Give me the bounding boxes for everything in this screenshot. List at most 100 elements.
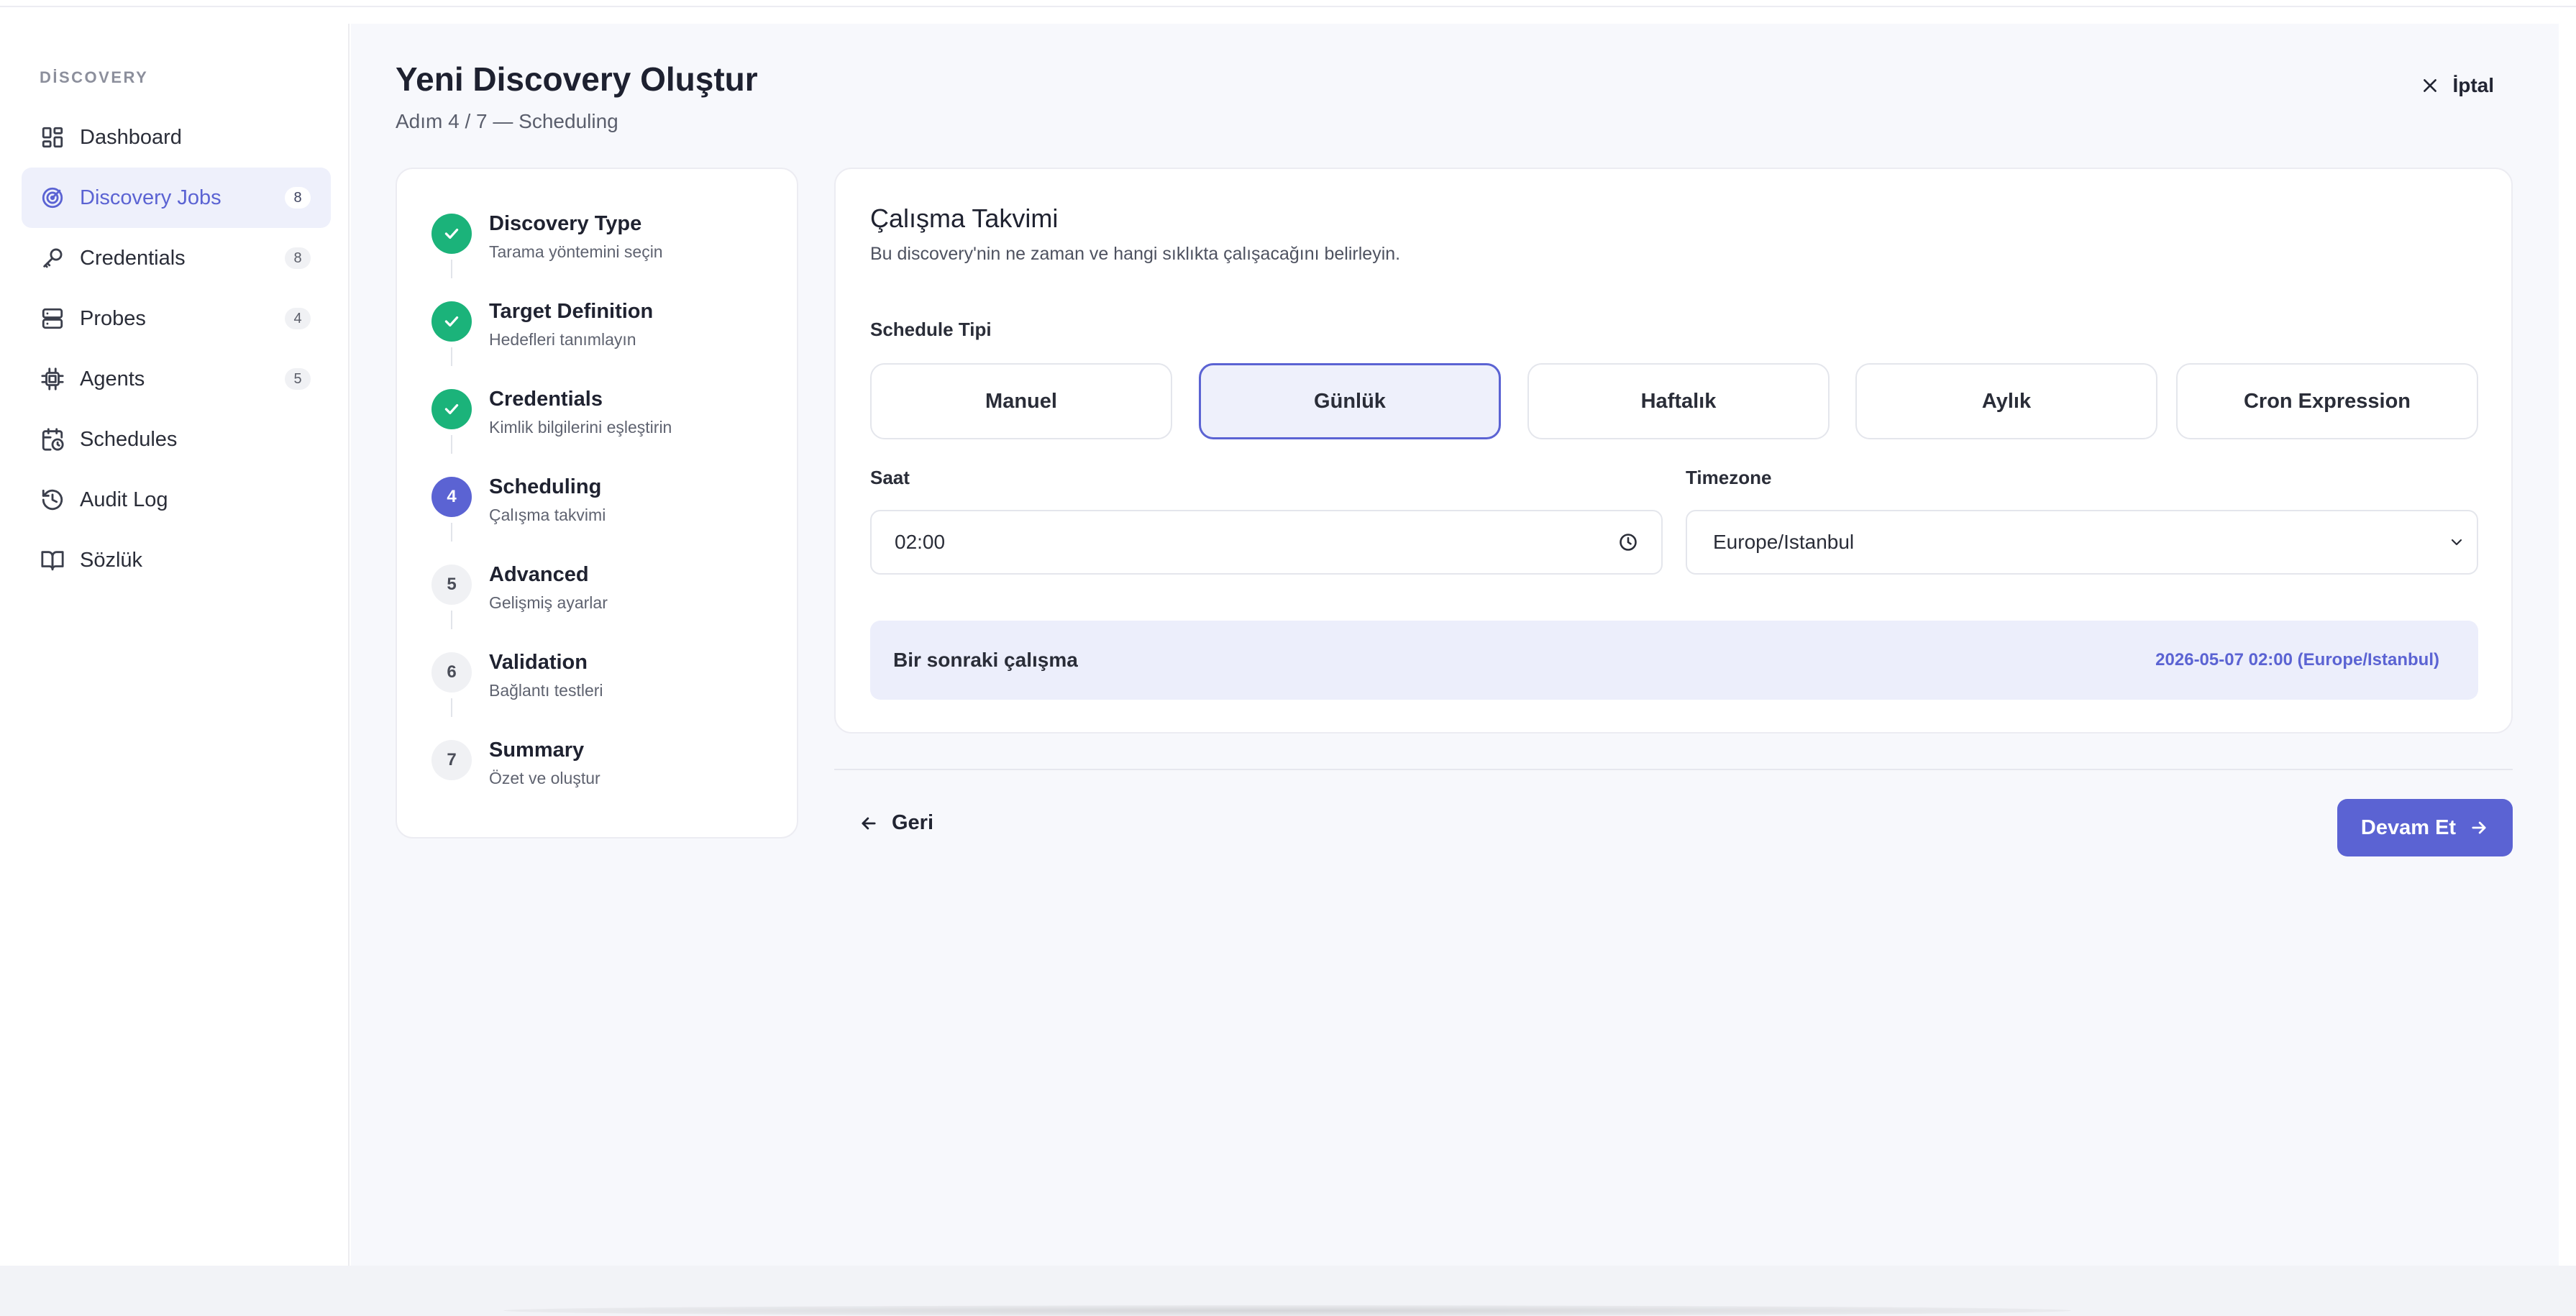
card-title: Çalışma Takvimi — [870, 204, 1059, 233]
step-connector — [451, 260, 452, 278]
step-status — [431, 214, 472, 254]
step-number: 4 — [431, 477, 472, 517]
continue-button[interactable]: Devam Et — [2337, 799, 2513, 856]
radar-icon — [40, 185, 65, 211]
step-connector — [451, 347, 452, 366]
count-badge: 5 — [285, 368, 311, 390]
step-desc: Tarama yöntemini seçin — [489, 242, 663, 261]
sidebar-item-schedules[interactable]: Schedules — [22, 409, 331, 470]
sidebar-item-discovery-jobs[interactable]: Discovery Jobs 8 — [22, 168, 331, 228]
back-label: Geri — [892, 811, 934, 834]
continue-label: Devam Et — [2360, 815, 2457, 839]
wizard-step[interactable]: 4 Scheduling Çalışma takvimi — [431, 475, 777, 549]
step-title: Validation — [489, 651, 588, 674]
sidebar-item-dashboard[interactable]: Dashboard — [22, 107, 331, 168]
sidebar-item-label: Credentials — [80, 246, 186, 270]
time-input[interactable]: 02:00 — [870, 510, 1663, 575]
clock-icon[interactable] — [1618, 532, 1638, 552]
chip-icon — [40, 366, 65, 392]
wizard-step[interactable]: Target Definition Hedefleri tanımlayın — [431, 300, 777, 373]
sidebar-item-label: Audit Log — [80, 488, 168, 511]
sidebar: DİSCOVERY Dashboard Discovery Jobs 8 Cre… — [0, 24, 350, 1266]
schedule-option-manuel[interactable]: Manuel — [870, 363, 1172, 439]
next-run-label: Bir sonraki çalışma — [893, 649, 1078, 671]
step-desc: Özet ve oluştur — [489, 769, 600, 787]
step-status — [431, 301, 472, 342]
count-badge: 8 — [285, 247, 311, 269]
back-button[interactable]: Geri — [859, 811, 933, 835]
sidebar-section-title: DİSCOVERY — [40, 68, 149, 86]
step-number: 5 — [431, 565, 472, 605]
sidebar-item-label: Dashboard — [80, 125, 182, 149]
sidebar-item-label: Schedules — [80, 427, 178, 451]
schedule-option-aylik[interactable]: Aylık — [1855, 363, 2157, 439]
step-number: 6 — [431, 652, 472, 693]
next-run-value: 2026-05-07 02:00 (Europe/Istanbul) — [2155, 650, 2439, 670]
sidebar-item-label: Sözlük — [80, 548, 143, 572]
top-border — [0, 0, 2576, 7]
timezone-label: Timezone — [1686, 467, 1772, 488]
dashboard-icon — [40, 124, 65, 150]
step-title: Summary — [489, 739, 585, 762]
cancel-label: İptal — [2452, 74, 2494, 96]
cancel-button[interactable]: İptal — [2421, 74, 2494, 97]
check-icon — [444, 403, 459, 415]
history-icon — [40, 487, 65, 513]
step-connector — [451, 435, 452, 454]
wizard-steps: Discovery Type Tarama yöntemini seçin Ta… — [396, 168, 798, 839]
step-title: Advanced — [489, 563, 589, 586]
wizard-step[interactable]: 7 Summary Özet ve oluştur — [431, 739, 777, 812]
divider — [834, 769, 2513, 770]
schedule-card: Çalışma Takvimi Bu discovery'nin ne zama… — [834, 168, 2513, 734]
count-badge: 4 — [285, 308, 311, 329]
key-icon — [40, 245, 65, 271]
count-badge: 8 — [285, 187, 311, 209]
step-number: 7 — [431, 740, 472, 780]
close-icon — [2424, 79, 2437, 92]
server-icon — [40, 306, 65, 332]
arrow-left-icon — [862, 817, 876, 829]
wizard-step[interactable]: 5 Advanced Gelişmiş ayarlar — [431, 563, 777, 636]
step-desc: Kimlik bilgilerini eşleştirin — [489, 418, 672, 437]
schedule-option-gunluk[interactable]: Günlük — [1199, 363, 1501, 439]
step-connector — [451, 523, 452, 542]
book-icon — [40, 547, 65, 573]
page-title: Yeni Discovery Oluştur — [396, 60, 758, 98]
page-subtitle: Adım 4 / 7 — Scheduling — [396, 110, 618, 132]
main-content: Yeni Discovery Oluştur Adım 4 / 7 — Sche… — [351, 24, 2559, 1266]
check-icon — [444, 316, 459, 327]
wizard-step[interactable]: Credentials Kimlik bilgilerini eşleştiri… — [431, 388, 777, 461]
arrow-right-icon — [2472, 821, 2486, 834]
sidebar-item-audit-log[interactable]: Audit Log — [22, 470, 331, 530]
sidebar-item-credentials[interactable]: Credentials 8 — [22, 228, 331, 288]
next-run-banner: Bir sonraki çalışma 2026-05-07 02:00 (Eu… — [870, 621, 2478, 700]
step-desc: Hedefleri tanımlayın — [489, 330, 636, 349]
sidebar-item-probes[interactable]: Probes 4 — [22, 288, 331, 349]
sidebar-item-label: Agents — [80, 367, 145, 390]
sidebar-item-label: Probes — [80, 306, 146, 330]
step-title: Scheduling — [489, 475, 602, 498]
card-description: Bu discovery'nin ne zaman ve hangi sıklı… — [870, 244, 1401, 264]
wizard-step[interactable]: Discovery Type Tarama yöntemini seçin — [431, 212, 777, 285]
step-desc: Bağlantı testleri — [489, 681, 603, 700]
step-connector — [451, 611, 452, 629]
schedule-type-label: Schedule Tipi — [870, 319, 992, 340]
step-title: Discovery Type — [489, 212, 642, 235]
step-status — [431, 389, 472, 429]
timezone-select[interactable]: Europe/Istanbul — [1686, 510, 2478, 575]
sidebar-item-agents[interactable]: Agents 5 — [22, 349, 331, 409]
step-desc: Çalışma takvimi — [489, 506, 606, 524]
chevron-down-icon — [2451, 539, 2462, 546]
wizard-step[interactable]: 6 Validation Bağlantı testleri — [431, 651, 777, 724]
sidebar-item-label: Discovery Jobs — [80, 186, 221, 209]
schedule-option-cron[interactable]: Cron Expression — [2176, 363, 2478, 439]
step-title: Target Definition — [489, 300, 654, 323]
step-desc: Gelişmiş ayarlar — [489, 593, 608, 612]
step-title: Credentials — [489, 388, 603, 411]
sidebar-item-sozluk[interactable]: Sözlük — [22, 530, 331, 590]
time-label: Saat — [870, 467, 910, 488]
timezone-value: Europe/Istanbul — [1713, 531, 1855, 553]
bottom-shadow — [503, 1305, 2071, 1316]
schedule-option-haftalik[interactable]: Haftalık — [1527, 363, 1830, 439]
step-connector — [451, 698, 452, 717]
